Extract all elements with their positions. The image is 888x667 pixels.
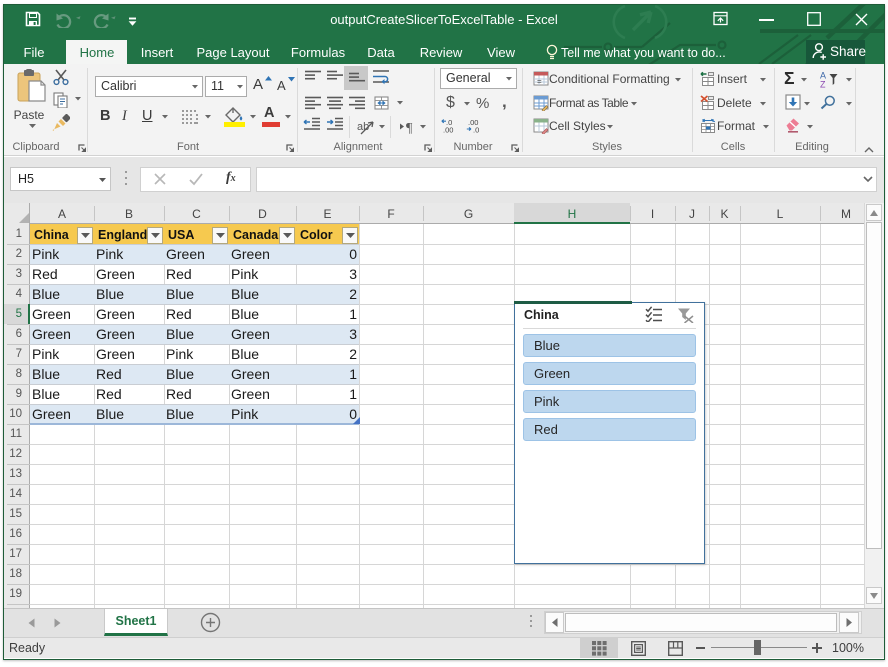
svg-text:.00: .00: [443, 126, 453, 134]
svg-text:=: =: [537, 77, 542, 86]
svg-text:.0: .0: [473, 126, 479, 134]
svg-text:¶: ¶: [406, 121, 413, 134]
svg-text:Z: Z: [820, 80, 826, 89]
